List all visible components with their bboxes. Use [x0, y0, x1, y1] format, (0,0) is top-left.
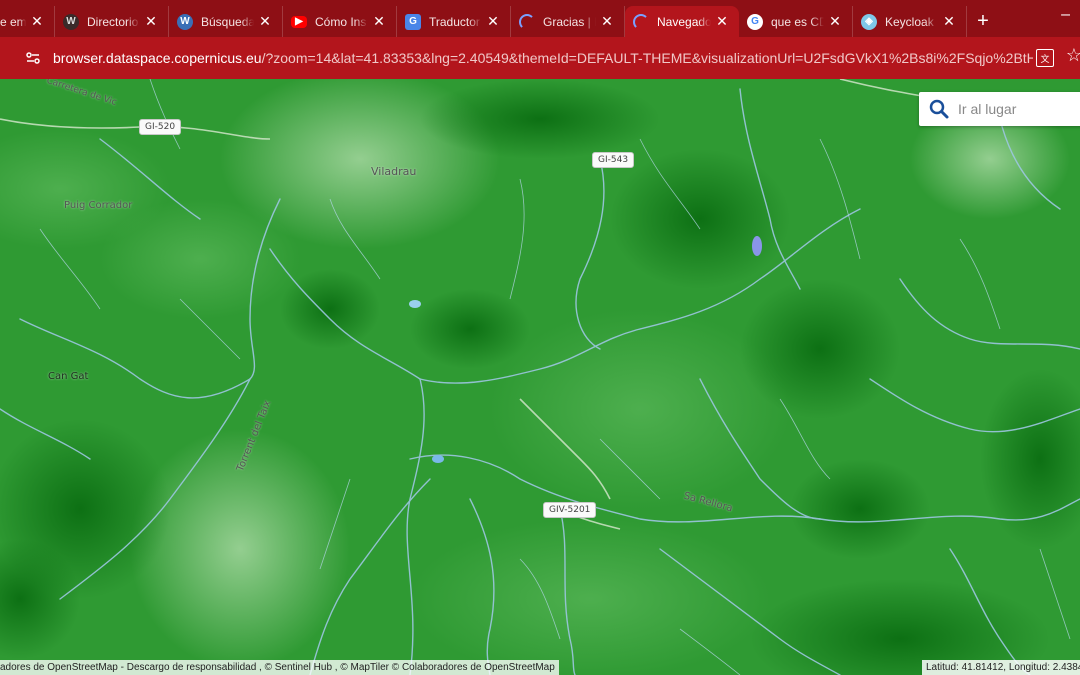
close-icon[interactable]: ✕ [715, 13, 729, 30]
satellite-map [0, 79, 1080, 675]
url-host: browser.dataspace.copernicus.eu [53, 50, 262, 66]
tab-label: Keycloak [885, 14, 934, 29]
tab-label: que es CD [771, 14, 824, 29]
road-label-giv5201: GIV-5201 [543, 502, 597, 518]
wordpress-dark-icon: W [63, 13, 79, 30]
url-path: /?zoom=14&lat=41.83353&lng=2.40549&theme… [261, 50, 1033, 66]
tab-label: Directorio [87, 14, 139, 29]
tab-item-active[interactable]: Navegado ✕ [625, 6, 739, 37]
translate-icon: G [405, 13, 421, 30]
tab-item[interactable]: G Traductor ✕ [397, 6, 511, 37]
loading-spinner-icon [633, 13, 649, 30]
close-icon[interactable]: ✕ [942, 13, 956, 30]
tab-label: Traductor [429, 14, 480, 29]
google-icon: G [747, 13, 763, 30]
close-icon[interactable]: ✕ [258, 13, 272, 30]
keycloak-icon: ◈ [861, 13, 877, 30]
place-label-can-gat: Can Gat [48, 371, 89, 382]
site-settings-icon[interactable] [24, 49, 42, 67]
tab-label: Navegado [657, 14, 711, 29]
url-field[interactable]: browser.dataspace.copernicus.eu/?zoom=14… [53, 50, 1033, 66]
place-label-puig-corrador: Puig Corrador [64, 200, 133, 211]
minimize-button[interactable]: – [1061, 6, 1070, 24]
tab-strip: e em ✕ W Directorio ✕ W Búsqueda ✕ ▶ Cóm… [0, 0, 1080, 37]
tab-item[interactable]: Gracias | D ✕ [511, 6, 625, 37]
tab-label: e em [0, 14, 26, 29]
close-icon[interactable]: ✕ [372, 13, 386, 30]
close-icon[interactable]: ✕ [486, 13, 500, 30]
tab-item[interactable]: W Directorio ✕ [55, 6, 169, 37]
tab-item[interactable]: W Búsqueda ✕ [169, 6, 283, 37]
close-icon[interactable]: ✕ [144, 13, 158, 30]
tab-item[interactable]: G que es CD ✕ [739, 6, 853, 37]
close-icon[interactable]: ✕ [600, 13, 614, 30]
bookmark-star-icon[interactable]: ☆ [1066, 45, 1080, 66]
place-search-box [919, 92, 1080, 126]
address-bar-row: browser.dataspace.copernicus.eu/?zoom=14… [0, 37, 1080, 79]
wordpress-icon: W [177, 13, 193, 30]
loading-spinner-icon [519, 13, 535, 30]
tab-item[interactable]: e em ✕ [0, 6, 55, 37]
road-label-gi520: GI-520 [139, 119, 182, 135]
tab-label: Cómo Ins [315, 14, 367, 29]
tab-label: Búsqueda [201, 14, 254, 29]
road-label-gi543: GI-543 [592, 152, 635, 168]
place-search-input[interactable] [956, 100, 1080, 118]
coordinates-readout: Latitud: 41.81412, Longitud: 2.4384 [922, 660, 1080, 675]
close-icon[interactable]: ✕ [30, 13, 44, 30]
map-attribution: adores de OpenStreetMap - Descargo de re… [0, 660, 559, 675]
tab-item[interactable]: ◈ Keycloak ✕ [853, 6, 967, 37]
search-icon[interactable] [928, 98, 950, 120]
tab-label: Gracias | D [543, 14, 596, 29]
new-tab-button[interactable]: + [969, 6, 997, 37]
place-label-viladrau: Viladrau [371, 165, 417, 178]
youtube-icon: ▶ [291, 15, 307, 28]
translate-page-icon[interactable]: 文 [1036, 49, 1054, 67]
map-view[interactable]: GI-520 GI-543 GIV-5201 Viladrau Puig Cor… [0, 79, 1080, 675]
close-icon[interactable]: ✕ [828, 13, 842, 30]
tab-item[interactable]: ▶ Cómo Ins ✕ [283, 6, 397, 37]
